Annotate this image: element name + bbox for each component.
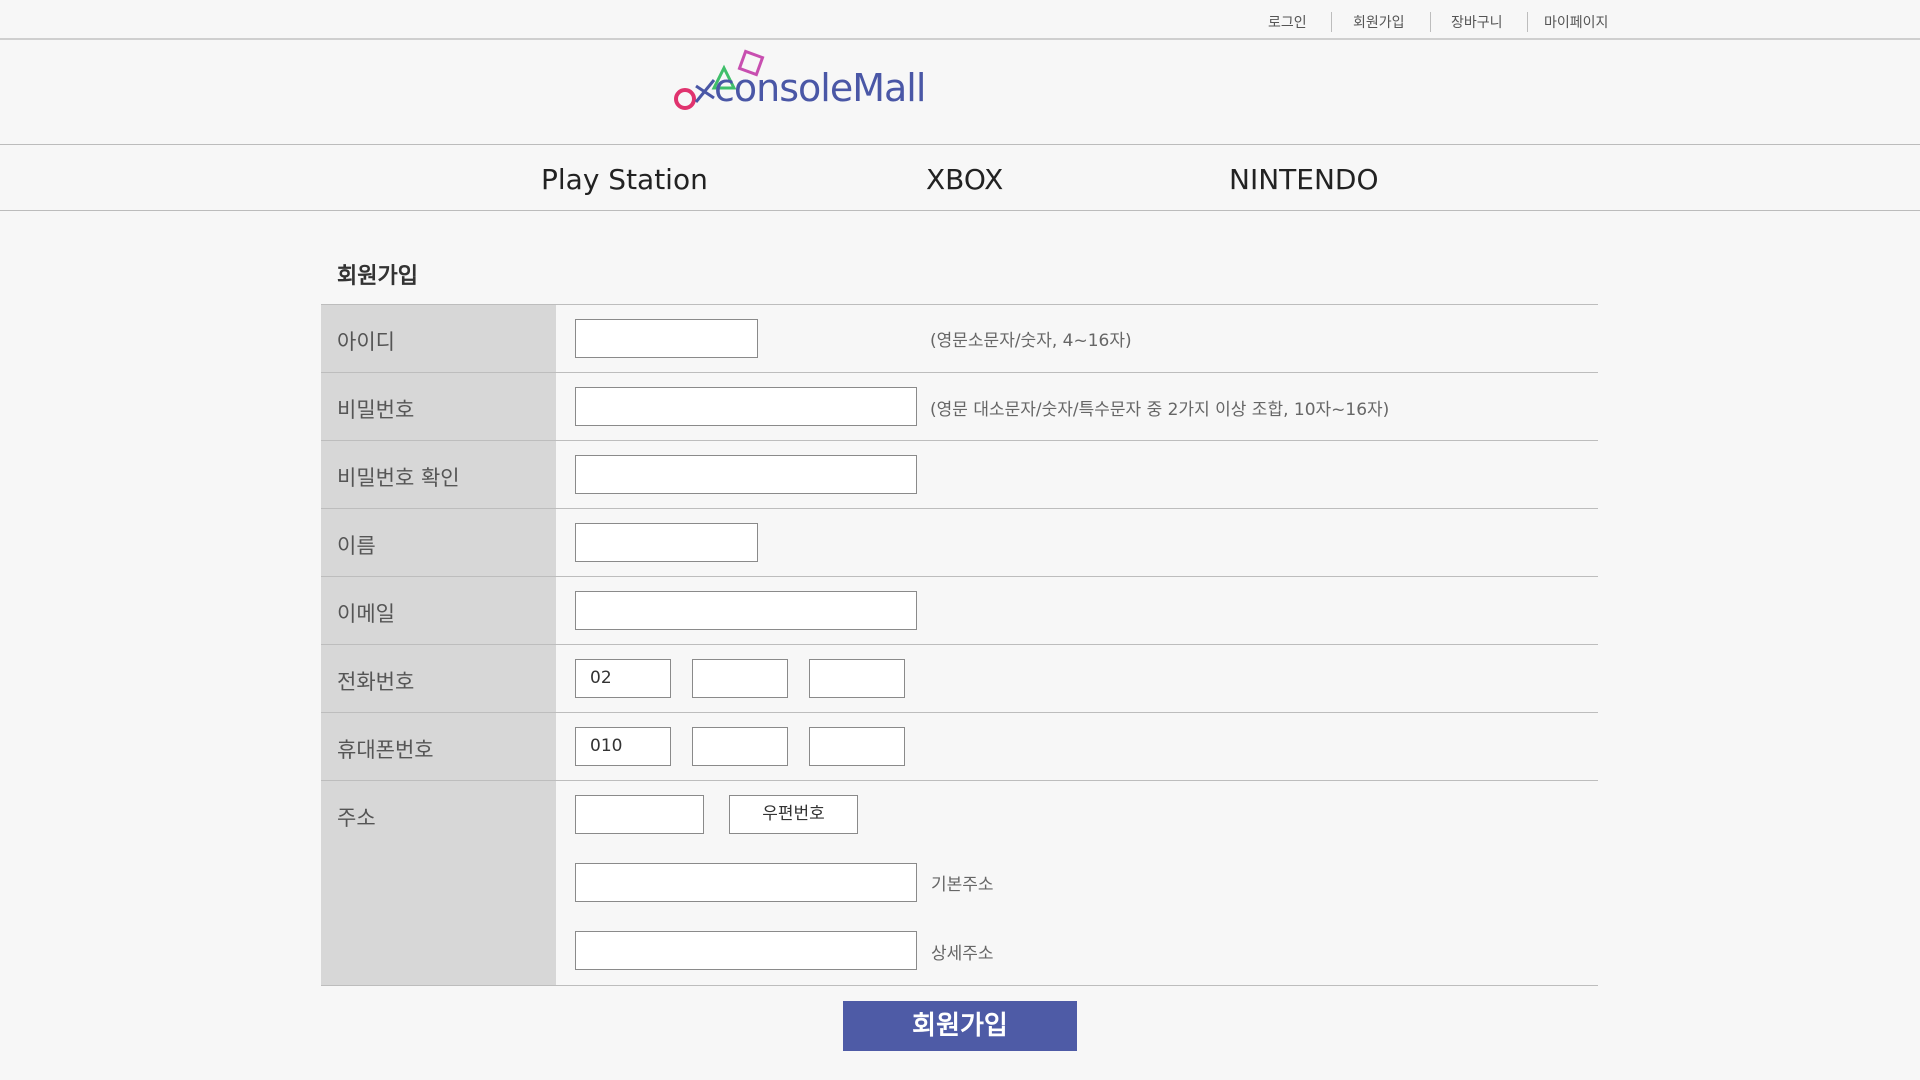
password-input[interactable] [575, 387, 917, 426]
mobile-middle-input[interactable] [692, 727, 788, 766]
signup-form: 아이디 (영문소문자/숫자, 4~16자) 비밀번호 (영문 대소문자/숫자/특… [321, 304, 1598, 986]
login-link[interactable]: 로그인 [1268, 12, 1307, 32]
name-label: 이름 [337, 534, 376, 558]
row-divider [321, 508, 1598, 509]
phone-last-input[interactable] [809, 659, 905, 698]
divider [1430, 12, 1431, 32]
divider [1331, 12, 1332, 32]
cart-link[interactable]: 장바구니 [1451, 12, 1503, 32]
phone-prefix-input[interactable]: 02 [575, 659, 671, 698]
main-nav: Play Station XBOX NINTENDO [0, 145, 1920, 211]
nav-item-playstation[interactable]: Play Station [541, 163, 708, 196]
phone-middle-input[interactable] [692, 659, 788, 698]
id-label: 아이디 [337, 330, 395, 354]
password-hint: (영문 대소문자/숫자/특수문자 중 2가지 이상 조합, 10자~16자) [930, 400, 1390, 420]
base-address-input[interactable] [575, 863, 917, 902]
password-confirm-label: 비밀번호 확인 [337, 466, 460, 490]
nav-item-xbox[interactable]: XBOX [926, 163, 1003, 196]
phone-label: 전화번호 [337, 670, 415, 694]
nav-item-nintendo[interactable]: NINTENDO [1229, 163, 1379, 196]
signup-link[interactable]: 회원가입 [1353, 12, 1405, 32]
email-label: 이메일 [337, 602, 395, 626]
address-label: 주소 [337, 806, 376, 830]
page-title: 회원가입 [337, 264, 418, 289]
brand-name: consoleMall [714, 66, 926, 110]
mobile-prefix-input[interactable]: 010 [575, 727, 671, 766]
detail-address-input[interactable] [575, 931, 917, 970]
site-logo[interactable]: consoleMall [668, 46, 938, 116]
row-divider [321, 712, 1598, 713]
base-address-hint: 기본주소 [931, 875, 994, 895]
password-confirm-input[interactable] [575, 455, 917, 494]
row-divider [321, 780, 1598, 781]
id-input[interactable] [575, 319, 758, 358]
email-input[interactable] [575, 591, 917, 630]
mypage-link[interactable]: 마이페이지 [1544, 12, 1608, 32]
signup-submit-button[interactable]: 회원가입 [843, 1001, 1077, 1051]
zipcode-input[interactable] [575, 795, 704, 834]
row-divider [321, 372, 1598, 373]
row-divider [321, 576, 1598, 577]
mobile-last-input[interactable] [809, 727, 905, 766]
row-divider [321, 644, 1598, 645]
id-hint: (영문소문자/숫자, 4~16자) [930, 331, 1132, 351]
detail-address-hint: 상세주소 [931, 944, 994, 964]
header-logo-area: consoleMall [0, 40, 1920, 145]
top-utility-bar: 로그인 회원가입 장바구니 마이페이지 [0, 0, 1920, 40]
row-divider [321, 440, 1598, 441]
password-label: 비밀번호 [337, 398, 415, 422]
zipcode-button[interactable]: 우편번호 [729, 795, 858, 834]
mobile-label: 휴대폰번호 [337, 738, 434, 762]
row-divider [321, 985, 1598, 986]
divider [1527, 12, 1528, 32]
name-input[interactable] [575, 523, 758, 562]
